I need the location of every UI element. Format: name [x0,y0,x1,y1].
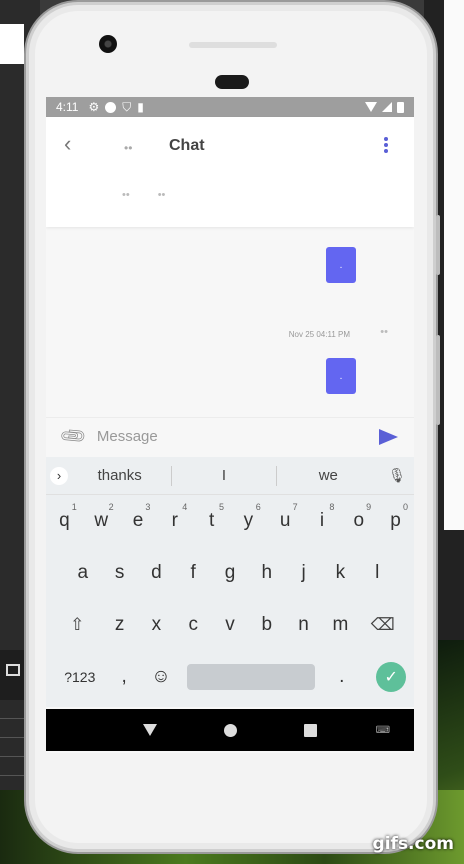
header-avatar[interactable]: •• [124,141,132,155]
key-r[interactable]: r4 [156,502,193,532]
participant-avatar[interactable]: •• [122,189,130,201]
nav-back-icon[interactable] [143,724,158,736]
key-row-1: q1 w2 e3 r4 t5 y6 u7 i8 o9 p0 [46,495,414,547]
symbols-key[interactable]: ?123 [54,669,106,685]
key-period[interactable]: . [323,666,360,688]
key-q[interactable]: q1 [46,502,83,532]
space-bar[interactable] [187,664,316,690]
shield-icon: ⛉ [122,99,132,114]
message-input[interactable] [96,428,379,445]
battery-icon [397,101,404,113]
page-title: Chat [169,137,205,154]
cell-signal-icon [382,102,392,112]
key-j[interactable]: j [285,562,322,584]
microphone-icon[interactable]: 🎙︎ [380,467,414,484]
key-b[interactable]: b [248,614,285,636]
message-bubble[interactable]: . [326,358,356,394]
key-i[interactable]: i8 [304,502,341,532]
wifi-icon [365,102,377,112]
message-composer: 📎︎ [46,417,414,455]
front-camera [99,35,117,53]
key-l[interactable]: l [359,562,396,584]
suggestion-item[interactable]: I [172,467,275,484]
volume-button[interactable] [436,335,440,425]
key-row-3: ⇧ z x c v b n m ⌫ [46,599,414,651]
desktop-window-fragment-right [444,0,464,530]
key-t[interactable]: t5 [193,502,230,532]
key-row-2: a s d f g h j k l [46,547,414,599]
back-chevron-icon[interactable]: ‹ [64,131,71,157]
emoji-icon[interactable]: ☺ [143,666,180,688]
participant-avatar[interactable]: •• [158,189,166,201]
key-v[interactable]: v [212,614,249,636]
key-a[interactable]: a [64,562,101,584]
key-comma[interactable]: , [106,666,143,688]
message-avatar: •• [380,326,388,338]
desktop-list-fragment [0,700,24,800]
attach-paperclip-icon[interactable]: 📎︎ [58,421,89,452]
key-s[interactable]: s [101,562,138,584]
key-m[interactable]: m [322,614,359,636]
device-screen: 4:11 ⚙ ⛉ ▮ ‹ •• Chat •• •• . Nov 25 04:1… [46,97,414,753]
backspace-icon[interactable]: ⌫ [359,615,407,635]
navigation-bar: ⌨ [46,709,414,751]
key-k[interactable]: k [322,562,359,584]
keyboard-switch-icon[interactable]: ⌨ [376,725,390,736]
key-o[interactable]: o9 [340,502,377,532]
suggestion-strip: › thanks I we 🎙︎ [46,457,414,495]
nav-recents-icon[interactable] [303,723,317,737]
shift-icon[interactable]: ⇧ [53,615,101,635]
key-row-4: ?123 , ☺ . ✓ [46,651,414,703]
key-e[interactable]: e3 [120,502,157,532]
restore-window-icon [6,664,20,676]
suggestion-item[interactable]: thanks [68,467,171,484]
key-g[interactable]: g [212,562,249,584]
message-bubble[interactable]: . [326,247,356,283]
settings-icon: ⚙ [88,100,100,114]
key-x[interactable]: x [138,614,175,636]
sd-card-icon: ▮ [137,100,144,114]
suggestion-item[interactable]: we [277,467,380,484]
expand-chevron-icon[interactable]: › [50,466,68,485]
power-button[interactable] [436,215,440,275]
send-icon[interactable] [379,428,398,445]
earpiece-speaker [189,42,277,48]
key-w[interactable]: w2 [83,502,120,532]
sensor-slot [215,75,249,89]
soft-keyboard: › thanks I we 🎙︎ q1 w2 e3 r4 t5 y6 u7 i8… [46,457,414,707]
key-d[interactable]: d [138,562,175,584]
key-f[interactable]: f [175,562,212,584]
key-u[interactable]: u7 [267,502,304,532]
watermark: gifs.com [372,834,454,854]
notification-dot-icon [105,101,117,113]
status-bar: 4:11 ⚙ ⛉ ▮ [46,97,414,117]
key-h[interactable]: h [248,562,285,584]
key-y[interactable]: y6 [230,502,267,532]
key-n[interactable]: n [285,614,322,636]
more-options-icon[interactable] [384,137,388,153]
key-p[interactable]: p0 [377,502,414,532]
status-time: 4:11 [56,100,79,114]
key-c[interactable]: c [175,614,212,636]
participants-list: •• •• [122,189,165,201]
desktop-window-fragment [0,24,24,64]
message-timestamp: Nov 25 04:11 PM [288,330,350,339]
enter-check-icon[interactable]: ✓ [376,662,407,692]
message-list: . Nov 25 04:11 PM •• . [46,227,414,417]
nav-home-icon[interactable] [223,723,237,737]
chat-header: ‹ •• Chat •• •• [46,117,414,227]
key-z[interactable]: z [101,614,138,636]
